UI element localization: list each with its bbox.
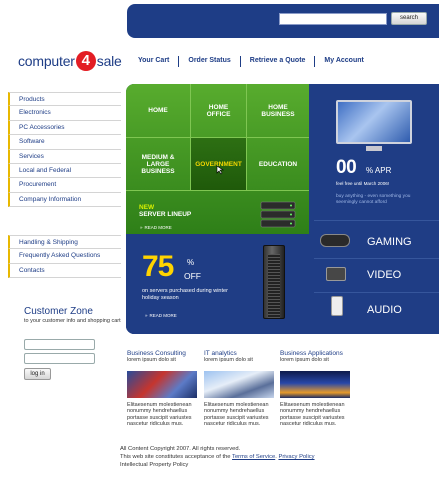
- apr-description: buy anything - even something you seemin…: [336, 194, 411, 205]
- left-nav-pc-accessories[interactable]: PC Accessories: [8, 120, 121, 136]
- divider: [314, 292, 439, 293]
- privacy-policy-link[interactable]: Privacy Policy: [278, 454, 314, 460]
- nav-separator: [178, 56, 180, 67]
- left-nav-electronics[interactable]: Electronics: [8, 106, 121, 121]
- terms-of-service-link[interactable]: Terms of Service: [232, 454, 275, 460]
- copyright-text: All Content Copyright 2007. All rights r…: [120, 446, 241, 452]
- left-nav-procurement[interactable]: Procurement: [8, 178, 121, 193]
- footer-legal-line: This web site constitutes acceptance of …: [120, 454, 315, 460]
- mp3-player-icon: [331, 296, 343, 316]
- footer-legal-prefix: This web site constitutes acceptance of …: [120, 454, 231, 460]
- category-home-business[interactable]: HOME BUSINESS: [247, 84, 309, 137]
- section-it-analytics-subtitle: lorem ipsum dolo sit: [204, 357, 253, 363]
- left-nav-services[interactable]: Services: [8, 149, 121, 164]
- discount-promo[interactable]: [126, 234, 235, 334]
- section-business-applications-title[interactable]: Business Applications: [280, 350, 343, 357]
- left-nav-company-info[interactable]: Company Information: [8, 192, 121, 208]
- server-read-more-label: READ MORE: [144, 225, 172, 230]
- search-input[interactable]: [279, 13, 387, 25]
- cursor-icon: [216, 165, 224, 175]
- apr-label: % APR: [366, 166, 392, 175]
- logo-number: 4: [75, 51, 96, 71]
- page: search computer 4 sale Your Cart Order S…: [0, 0, 443, 480]
- camcorder-icon: [326, 267, 346, 281]
- category-education[interactable]: EDUCATION: [247, 138, 309, 190]
- left-nav-primary: Products Electronics PC Accessories Soft…: [8, 92, 121, 208]
- left-nav-secondary: Handling & Shipping Frequently Asked Que…: [8, 235, 121, 279]
- section-business-consulting-text: Elitaesenum molestienean nonummy hendreh…: [127, 402, 192, 428]
- section-business-consulting-subtitle: lorem ipsum dolo sit: [127, 357, 176, 363]
- customer-zone-title: Customer Zone: [24, 306, 93, 317]
- monitor-image: [336, 100, 412, 144]
- apr-offer-line: feel free until March 2006!: [336, 181, 390, 186]
- discount-percent-sign: %: [187, 258, 195, 267]
- discount-off: OFF: [184, 271, 201, 281]
- nav-order-status[interactable]: Order Status: [188, 57, 230, 67]
- left-nav-contacts[interactable]: Contacts: [8, 263, 121, 279]
- category-medium-large-business[interactable]: MEDIUM & LARGE BUSINESS: [126, 138, 190, 190]
- ip-policy-text[interactable]: Intellectual Property Policy: [120, 461, 315, 469]
- video-link[interactable]: VIDEO: [367, 269, 401, 281]
- it-analytics-image[interactable]: [204, 371, 274, 398]
- logo-text-1: computer: [18, 53, 75, 69]
- section-business-applications-text: Elitaesenum molestienean nonummy hendreh…: [280, 402, 345, 428]
- business-applications-image[interactable]: [280, 371, 350, 398]
- footer: All Content Copyright 2007. All rights r…: [120, 445, 315, 469]
- discount-value: 75: [142, 250, 174, 283]
- category-home[interactable]: HOME: [126, 84, 190, 137]
- nav-retrieve-quote[interactable]: Retrieve a Quote: [250, 57, 306, 67]
- left-nav-software[interactable]: Software: [8, 135, 121, 150]
- divider: [314, 220, 439, 221]
- arrow-icon: »: [140, 225, 143, 230]
- logo-text-2: sale: [96, 53, 122, 69]
- discount-read-more-link[interactable]: » READ MORE: [145, 313, 177, 318]
- monitor-stand: [366, 146, 382, 151]
- discount-read-more-label: READ MORE: [149, 313, 177, 318]
- login-username-field[interactable]: [24, 339, 95, 350]
- login-password-field[interactable]: [24, 353, 95, 364]
- divider: [314, 258, 439, 259]
- apr-value: 00: [336, 157, 357, 178]
- server-tower-image: [263, 245, 285, 319]
- nav-your-cart[interactable]: Your Cart: [138, 57, 169, 67]
- game-console-icon: [320, 234, 350, 247]
- audio-link[interactable]: AUDIO: [367, 304, 402, 316]
- server-promo-new: NEW: [139, 204, 155, 211]
- section-business-applications-subtitle: lorem ipsum dolo sit: [280, 357, 329, 363]
- nav-separator: [239, 56, 241, 67]
- server-rack-image: [260, 201, 296, 228]
- login-button[interactable]: log in: [24, 368, 51, 380]
- section-it-analytics-title[interactable]: IT analytics: [204, 350, 237, 357]
- server-promo-title: NEW SERVER LINEUP: [139, 204, 191, 218]
- left-nav-faq[interactable]: Frequently Asked Questions: [8, 249, 121, 264]
- nav-my-account[interactable]: My Account: [324, 57, 363, 67]
- logo[interactable]: computer 4 sale: [18, 51, 122, 71]
- section-business-consulting-title[interactable]: Business Consulting: [127, 350, 186, 357]
- server-promo-lineup: SERVER LINEUP: [139, 211, 192, 218]
- arrow-icon: »: [145, 313, 148, 318]
- section-it-analytics-text: Elitaesenum molestienean nonummy hendreh…: [204, 402, 269, 428]
- discount-description: on servers purchased during winter holid…: [142, 288, 228, 301]
- category-home-office[interactable]: HOME OFFICE: [191, 84, 246, 137]
- category-government[interactable]: GOVERNMENT: [191, 138, 246, 190]
- left-nav-local-federal[interactable]: Local and Federal: [8, 163, 121, 179]
- search-button[interactable]: search: [391, 12, 427, 25]
- customer-zone-subtitle: to your customer info and shopping cart: [24, 318, 121, 324]
- business-consulting-image[interactable]: [127, 371, 197, 398]
- nav-separator: [314, 56, 316, 67]
- server-read-more-link[interactable]: » READ MORE: [140, 225, 172, 230]
- left-nav-handling-shipping[interactable]: Handling & Shipping: [8, 235, 121, 250]
- top-nav: Your Cart Order Status Retrieve a Quote …: [138, 56, 364, 67]
- gaming-link[interactable]: GAMING: [367, 236, 412, 248]
- left-nav-products[interactable]: Products: [8, 92, 121, 107]
